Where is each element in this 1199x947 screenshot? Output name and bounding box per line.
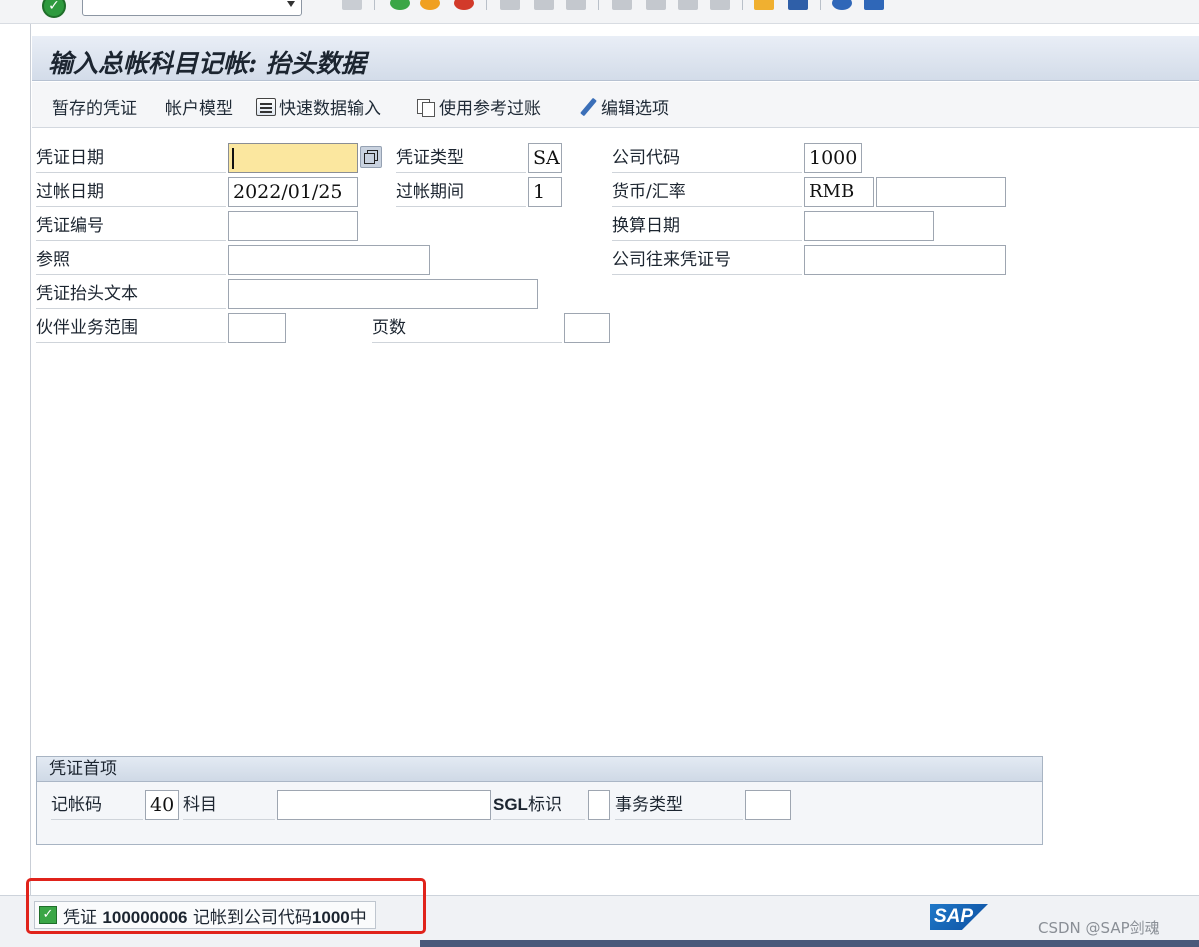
- group-title: 凭证首项: [49, 759, 117, 779]
- find-icon[interactable]: [534, 0, 554, 10]
- application-toolbar: 暂存的凭证 帐户模型 快速数据输入 使用参考过账 编辑选项: [32, 82, 1199, 128]
- new-session-icon[interactable]: [754, 0, 774, 10]
- transaction-type-input[interactable]: [745, 790, 791, 820]
- pencil-icon: [578, 97, 598, 117]
- doc-date-label: 凭证日期: [36, 143, 226, 173]
- back-icon[interactable]: [390, 0, 410, 10]
- doc-date-input[interactable]: [228, 143, 358, 173]
- highlight-box: [26, 878, 426, 934]
- pages-label: 页数: [372, 313, 562, 343]
- text-cursor: [232, 148, 234, 169]
- parked-document-label: 暂存的凭证: [52, 99, 137, 119]
- exchange-rate-input[interactable]: [876, 177, 1006, 207]
- fast-data-entry-label: 快速数据输入: [279, 99, 381, 119]
- editing-options-label: 编辑选项: [601, 99, 669, 119]
- pages-input[interactable]: [564, 313, 610, 343]
- account-input[interactable]: [277, 790, 491, 820]
- toolbar-separator: [374, 0, 375, 10]
- enter-icon[interactable]: ✓: [42, 0, 66, 18]
- help-icon[interactable]: [832, 0, 852, 10]
- sgl-label-rest: 标识: [527, 795, 562, 815]
- toolbar-separator: [742, 0, 743, 10]
- translation-date-label: 换算日期: [612, 211, 802, 241]
- transaction-type-label: 事务类型: [615, 790, 743, 820]
- posting-key-input[interactable]: 40: [145, 790, 179, 820]
- command-field[interactable]: [82, 0, 302, 16]
- toolbar-separator: [598, 0, 599, 10]
- account-model-label: 帐户模型: [165, 99, 233, 119]
- last-page-icon[interactable]: [710, 0, 730, 10]
- posting-key-label: 记帐码: [51, 790, 143, 820]
- doc-type-input[interactable]: SA: [528, 143, 562, 173]
- toolbar-separator: [486, 0, 487, 10]
- cancel-icon[interactable]: [454, 0, 474, 10]
- translation-date-input[interactable]: [804, 211, 934, 241]
- parked-document-button[interactable]: 暂存的凭证: [52, 94, 137, 119]
- toolbar-separator: [820, 0, 821, 10]
- previous-page-icon[interactable]: [646, 0, 666, 10]
- currency-rate-label: 货币/汇率: [612, 177, 802, 207]
- next-page-icon[interactable]: [678, 0, 698, 10]
- editing-options-button[interactable]: 编辑选项: [578, 94, 669, 119]
- exit-icon[interactable]: [420, 0, 440, 10]
- account-label: 科目: [183, 790, 275, 820]
- account-model-button[interactable]: 帐户模型: [165, 94, 233, 119]
- sgl-indicator-label: SGL标识: [493, 790, 585, 820]
- system-toolbar: ✓: [0, 0, 1199, 24]
- posting-date-input[interactable]: 2022/01/25: [228, 177, 358, 207]
- save-icon[interactable]: [342, 0, 362, 10]
- company-code-input[interactable]: 1000: [804, 143, 862, 173]
- reference-input[interactable]: [228, 245, 430, 275]
- doc-number-input[interactable]: [228, 211, 358, 241]
- first-page-icon[interactable]: [612, 0, 632, 10]
- title-bar: 输入总帐科目记帐: 抬头数据: [32, 36, 1199, 81]
- quick-entry-icon: [256, 97, 276, 116]
- intercompany-doc-label: 公司往来凭证号: [612, 245, 802, 275]
- company-code-label: 公司代码: [612, 143, 802, 173]
- reference-label: 参照: [36, 245, 226, 275]
- partner-business-area-input[interactable]: [228, 313, 286, 343]
- doc-type-label: 凭证类型: [396, 143, 526, 173]
- post-with-reference-button[interactable]: 使用参考过账: [416, 94, 541, 119]
- print-icon[interactable]: [500, 0, 520, 10]
- partner-business-area-label: 伙伴业务范围: [36, 313, 226, 343]
- header-text-input[interactable]: [228, 279, 538, 309]
- copy-icon: [416, 98, 436, 117]
- dropdown-icon[interactable]: [287, 1, 295, 7]
- posting-period-label: 过帐期间: [396, 177, 526, 207]
- intercompany-doc-input[interactable]: [804, 245, 1006, 275]
- fast-data-entry-button[interactable]: 快速数据输入: [256, 94, 381, 119]
- value-help-icon[interactable]: [360, 146, 382, 168]
- first-line-item-group: 凭证首项 记帐码 40 科目 SGL标识 事务类型: [36, 756, 1043, 845]
- sgl-label-abbr: SGL: [493, 795, 528, 814]
- layout-menu-icon[interactable]: [864, 0, 884, 10]
- find-next-icon[interactable]: [566, 0, 586, 10]
- header-text-label: 凭证抬头文本: [36, 279, 226, 309]
- taskbar-strip: [420, 940, 1199, 947]
- watermark: CSDN @SAP剑魂: [1038, 919, 1160, 937]
- page-title: 输入总帐科目记帐: 抬头数据: [48, 49, 366, 78]
- posting-period-input[interactable]: 1: [528, 177, 562, 207]
- sgl-indicator-input[interactable]: [588, 790, 610, 820]
- shortcut-icon[interactable]: [788, 0, 808, 10]
- posting-date-label: 过帐日期: [36, 177, 226, 207]
- group-header: 凭证首项: [37, 757, 1042, 782]
- frame-border: [30, 24, 31, 904]
- post-with-reference-label: 使用参考过账: [439, 99, 541, 119]
- doc-number-label: 凭证编号: [36, 211, 226, 241]
- currency-input[interactable]: RMB: [804, 177, 874, 207]
